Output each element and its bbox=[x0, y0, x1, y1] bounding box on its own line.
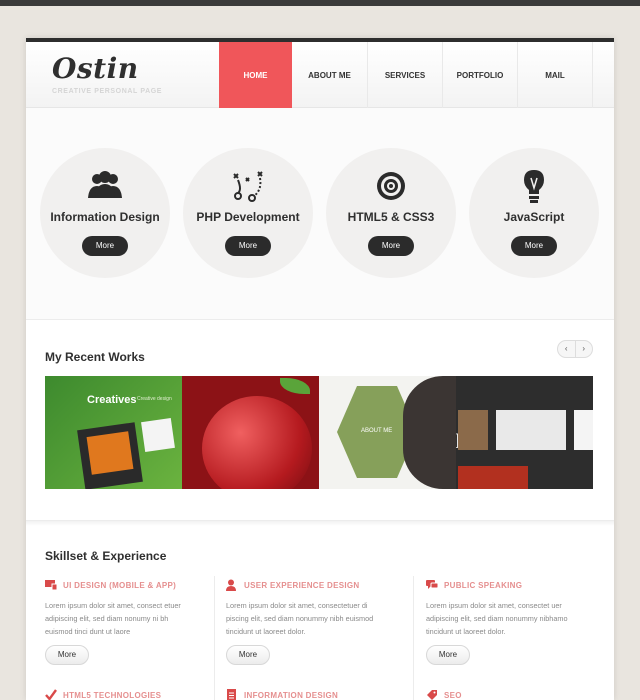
skill-ux-design: USER EXPERIENCE DESIGN Lorem ipsum dolor… bbox=[226, 579, 396, 638]
skill-ui-design: UI DESIGN (MOBILE & APP) Lorem ipsum dol… bbox=[45, 579, 215, 638]
skill-label: INFORMATION DESIGN bbox=[244, 690, 339, 700]
skills-title: Skillset & Experience bbox=[45, 549, 167, 563]
speech-icon bbox=[426, 580, 438, 589]
skill-information-design: INFORMATION DESIGN bbox=[226, 689, 396, 700]
more-button[interactable]: More bbox=[45, 645, 89, 665]
more-button[interactable]: More bbox=[511, 236, 557, 256]
nav-about-me[interactable]: ABOUT ME bbox=[292, 42, 368, 108]
work-banner bbox=[458, 466, 528, 489]
work-caption: Creative design bbox=[137, 396, 172, 402]
nav-portfolio[interactable]: PORTFOLIO bbox=[443, 42, 518, 108]
skill-description: Lorem ipsum dolor sit amet, consect etue… bbox=[45, 601, 181, 636]
skill-public-speaking: PUBLIC SPEAKING Lorem ipsum dolor sit am… bbox=[426, 579, 596, 638]
target-icon bbox=[377, 172, 405, 200]
monitor-icon bbox=[45, 580, 57, 591]
works-pager: ‹ › bbox=[557, 340, 593, 358]
recent-works-title: My Recent Works bbox=[45, 350, 145, 364]
tag-icon bbox=[427, 690, 437, 700]
nav-home[interactable]: HOME bbox=[219, 42, 292, 108]
more-button[interactable]: More bbox=[226, 645, 270, 665]
service-php-development: PHP Development More bbox=[183, 148, 313, 278]
nav-services[interactable]: SERVICES bbox=[368, 42, 443, 108]
more-button[interactable]: More bbox=[82, 236, 128, 256]
dark-panel bbox=[403, 376, 456, 489]
service-title: HTML5 & CSS3 bbox=[347, 210, 435, 224]
column-divider bbox=[413, 576, 414, 700]
skill-label: PUBLIC SPEAKING bbox=[444, 580, 523, 590]
services-section: Information Design More PHP Development … bbox=[26, 108, 614, 320]
tagline: CREATIVE PERSONAL PAGE bbox=[52, 88, 163, 95]
service-information-design: Information Design More bbox=[40, 148, 170, 278]
work-heading: ABOUT ME bbox=[361, 428, 393, 434]
service-title: Information Design bbox=[50, 210, 160, 224]
work-heading: Creatives bbox=[87, 394, 137, 406]
skill-label: USER EXPERIENCE DESIGN bbox=[244, 580, 360, 590]
skill-description: Lorem ipsum dolor sit amet, consectetuer… bbox=[226, 601, 374, 636]
document-icon bbox=[227, 689, 236, 700]
work-card bbox=[141, 418, 175, 452]
work-screen bbox=[86, 431, 134, 475]
work-thumb-about[interactable]: ABOUT ME bbox=[319, 376, 456, 489]
top-bar bbox=[0, 0, 640, 6]
skill-label: SEO bbox=[444, 690, 462, 700]
apple-shape bbox=[202, 396, 312, 489]
work-photo-side bbox=[574, 410, 593, 450]
check-icon bbox=[45, 689, 57, 700]
skill-html5: HTML5 TECHNOLOGIES bbox=[45, 689, 215, 700]
skill-label: HTML5 TECHNOLOGIES bbox=[63, 690, 162, 700]
user-icon bbox=[226, 579, 236, 591]
logo[interactable]: Ostin bbox=[52, 52, 139, 85]
skill-label: UI DESIGN (MOBILE & APP) bbox=[63, 580, 177, 590]
skill-seo: SEO bbox=[426, 689, 596, 700]
work-thumb-apple[interactable] bbox=[182, 376, 319, 489]
nav-mail[interactable]: MAIL bbox=[518, 42, 593, 108]
more-button[interactable]: More bbox=[368, 236, 414, 256]
work-thumb-portfolio[interactable]: JAM bbox=[456, 376, 593, 489]
service-title: PHP Development bbox=[196, 210, 300, 224]
skills-separator bbox=[26, 520, 614, 526]
next-arrow-icon[interactable]: › bbox=[576, 341, 593, 357]
people-icon bbox=[88, 171, 122, 198]
main-nav: HOME ABOUT ME SERVICES PORTFOLIO MAIL bbox=[219, 42, 593, 108]
skill-description: Lorem ipsum dolor sit amet, consectet ue… bbox=[426, 601, 568, 636]
more-button[interactable]: More bbox=[225, 236, 271, 256]
prev-arrow-icon[interactable]: ‹ bbox=[558, 341, 576, 357]
work-thumb-creatives[interactable]: Creatives Creative design bbox=[45, 376, 182, 489]
works-carousel: Creatives Creative design ABOUT ME JAM bbox=[45, 376, 593, 489]
service-html5-css3: HTML5 & CSS3 More bbox=[326, 148, 456, 278]
leaf-shape bbox=[280, 378, 310, 394]
header: Ostin CREATIVE PERSONAL PAGE HOME ABOUT … bbox=[26, 42, 614, 108]
page-container: Ostin CREATIVE PERSONAL PAGE HOME ABOUT … bbox=[26, 38, 614, 700]
more-button[interactable]: More bbox=[426, 645, 470, 665]
strategy-icon bbox=[233, 171, 263, 202]
service-javascript: JavaScript More bbox=[469, 148, 599, 278]
service-title: JavaScript bbox=[503, 210, 565, 224]
work-photo-group bbox=[496, 410, 566, 450]
work-photo bbox=[458, 410, 488, 450]
lightbulb-icon bbox=[524, 170, 544, 203]
